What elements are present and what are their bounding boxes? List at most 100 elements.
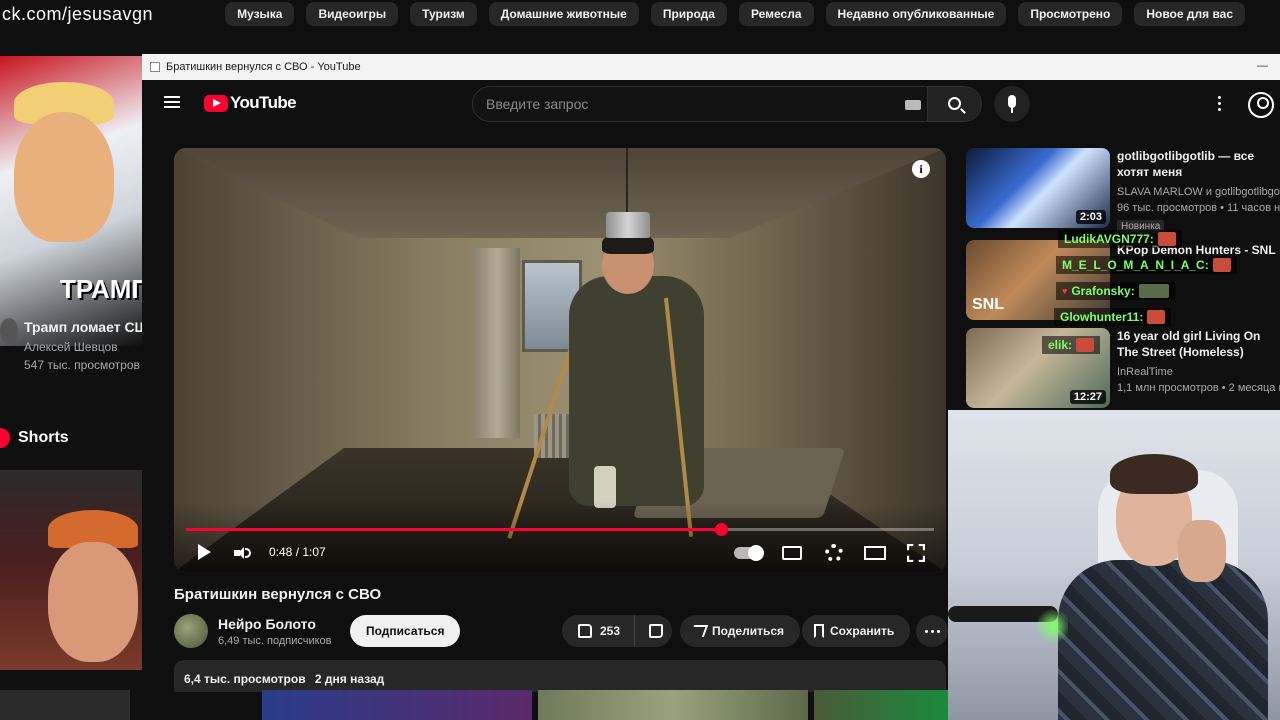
chip-tourism[interactable]: Туризм (410, 2, 477, 26)
chat-message: M_E_L_O_M_A_N_I_A_C: (1056, 256, 1237, 274)
chip-pets[interactable]: Домашние животные (488, 2, 639, 26)
search-box (472, 86, 928, 122)
shorts-thumbnail[interactable] (0, 470, 142, 670)
webcam-shirt (1058, 560, 1268, 720)
recommended-title[interactable]: 16 year old girl Living On The Street (H… (1117, 328, 1280, 360)
page-favicon-icon (150, 62, 160, 72)
save-button[interactable]: Сохранить (802, 615, 911, 647)
progress-played (186, 523, 729, 536)
avatar[interactable] (0, 318, 18, 344)
share-label: Поделиться (712, 624, 785, 638)
youtube-logo[interactable]: YouTube (204, 93, 297, 113)
youtube-logo-text: YouTube (230, 93, 297, 112)
keyboard-icon[interactable] (905, 100, 921, 110)
category-chips: ck.com/jesusavgn Музыка Видеоигры Туризм… (0, 0, 1280, 28)
youtube-play-logo-icon (204, 94, 228, 112)
video-frame-wire (626, 148, 628, 214)
gear-icon[interactable] (825, 544, 843, 562)
shorts-icon (0, 428, 10, 448)
channel-avatar[interactable] (174, 614, 208, 648)
bookmark-icon (814, 624, 824, 638)
recommended-title[interactable]: gotlibgotlibgotlib — все хотят меня (1117, 148, 1280, 180)
like-dislike-group: 253 (562, 615, 672, 647)
chip-nature[interactable]: Природа (650, 2, 727, 26)
upload-date: 2 дня назад (314, 672, 385, 686)
share-button[interactable]: Поделиться (680, 615, 801, 647)
search-input[interactable] (473, 87, 873, 121)
chat-message: Glowhunter11: (1054, 308, 1172, 326)
theater-mode-icon[interactable] (864, 546, 886, 560)
time-display: 0:48 / 1:07 (269, 545, 326, 559)
background-thumbnail[interactable] (814, 690, 948, 720)
more-actions-button[interactable] (916, 615, 948, 647)
thumbnail-figure-face (14, 112, 114, 242)
like-button[interactable]: 253 (562, 615, 636, 647)
share-icon (689, 625, 709, 637)
emote-icon (1212, 258, 1231, 272)
video-thumbnail-trump[interactable]: ТРАМП I (0, 56, 142, 346)
shorts-label: Shorts (18, 429, 69, 446)
feed-video-author[interactable]: Алексей Шевцов (24, 340, 118, 354)
view-count: 6,4 тыс. просмотров (184, 672, 306, 686)
progress-bar[interactable] (186, 523, 934, 536)
thumbs-up-icon (578, 624, 592, 638)
recommended-meta: 1,1 млн просмотров • 2 месяца на (1117, 382, 1280, 394)
dislike-button[interactable] (635, 615, 677, 647)
chat-username: Grafonsky: (1071, 284, 1135, 298)
recommended-thumbnail[interactable]: 2:03 (966, 148, 1110, 228)
microphone-icon (1008, 95, 1016, 108)
voice-search-button[interactable] (994, 86, 1030, 122)
description-box[interactable]: 6,4 тыс. просмотров 2 дня назад (174, 660, 946, 692)
window-titlebar[interactable]: Братишкин вернулся с СВО - YouTube — (142, 54, 1280, 80)
chip-videogames[interactable]: Видеоигры (306, 2, 399, 26)
description-meta: 6,4 тыс. просмотров 2 дня назад (184, 672, 390, 686)
streamer-webcam (948, 410, 1280, 720)
chat-badge-icon: ♥ (1062, 286, 1068, 296)
webcam-hair (1110, 454, 1198, 494)
play-icon[interactable] (198, 544, 211, 560)
settings-menu-button[interactable] (1218, 96, 1222, 112)
chip-crafts[interactable]: Ремесла (738, 2, 814, 26)
chip-recently-uploaded[interactable]: Недавно опубликованные (825, 2, 1007, 26)
video-frame-pot-helmet (606, 212, 650, 238)
menu-icon[interactable] (164, 96, 180, 108)
channel-name[interactable]: Нейро Болото (218, 616, 316, 632)
chip-music[interactable]: Музыка (225, 2, 295, 26)
speaker-cone (238, 547, 244, 559)
emote-icon (1076, 338, 1095, 352)
subscribe-button[interactable]: Подписаться (350, 615, 461, 647)
info-icon[interactable]: i (912, 160, 930, 178)
video-frame-curtain (474, 248, 520, 438)
duration-badge: 2:03 (1075, 210, 1106, 224)
background-feed-column: ТРАМП I Трамп ломает СШ Алексей Шевцов 5… (0, 40, 142, 720)
minimize-button[interactable]: — (1257, 60, 1268, 72)
video-player[interactable]: i 0:48 / 1:07 (174, 148, 946, 572)
thumbnail-figure-face (48, 542, 138, 662)
search-button[interactable] (928, 86, 982, 122)
chat-username: LudikAVGN777: (1064, 232, 1154, 246)
recommended-channel[interactable]: InRealTime (1117, 366, 1173, 378)
background-thumbnail[interactable] (262, 690, 532, 720)
recommended-channel[interactable]: SLAVA MARLOW и gotlibgotlibgotlib (1117, 186, 1280, 198)
snl-logo-text: SNL (972, 296, 1004, 313)
chat-username: elik: (1048, 338, 1073, 352)
chat-message: elik: (1042, 336, 1101, 354)
stream-watermark: ck.com/jesusavgn (2, 3, 154, 24)
chat-message: ♥ Grafonsky: (1056, 282, 1175, 300)
chip-new-for-you[interactable]: Новое для вас (1134, 2, 1246, 26)
thumbnail-caption: ТРАМП I (60, 274, 142, 304)
volume-icon[interactable] (234, 547, 251, 559)
account-icon[interactable] (1248, 92, 1274, 118)
feed-video-title[interactable]: Трамп ломает СШ (24, 319, 142, 335)
emote-icon (1147, 310, 1166, 324)
subtitles-icon[interactable] (782, 546, 802, 560)
emote-icon (1138, 284, 1169, 298)
chip-watched[interactable]: Просмотрено (1018, 2, 1123, 26)
autoplay-toggle[interactable] (734, 545, 764, 561)
background-thumbnail[interactable] (538, 690, 808, 720)
background-thumbnail-strip (0, 690, 948, 720)
background-thumbnail[interactable] (0, 690, 130, 720)
like-count: 253 (600, 624, 621, 638)
recommended-meta: 96 тыс. просмотров • 11 часов на (1117, 202, 1280, 214)
feed-video-views: 547 тыс. просмотров (24, 358, 140, 372)
